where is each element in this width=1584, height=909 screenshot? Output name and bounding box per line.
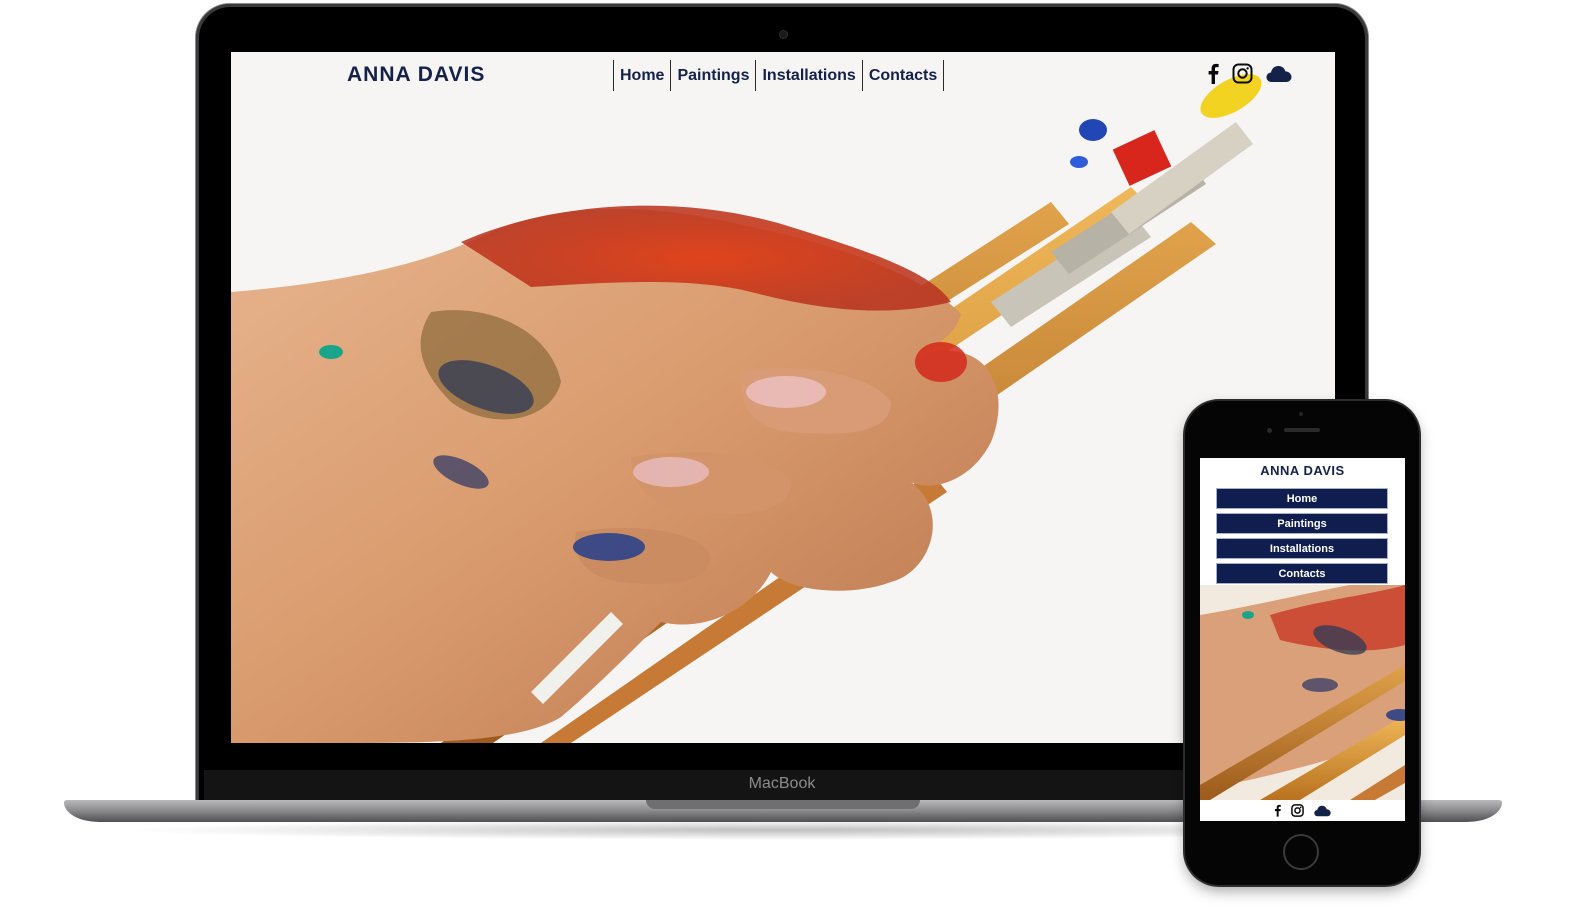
phone-home-button[interactable] — [1283, 834, 1319, 870]
main-nav: Home Paintings Installations Contacts — [613, 60, 945, 91]
social-links — [1207, 63, 1292, 84]
laptop-notch — [646, 800, 920, 809]
site-header: ANNA DAVIS Home Paintings Installations … — [231, 52, 1335, 100]
nav-contacts[interactable]: Contacts — [861, 60, 945, 91]
mobile-nav-contacts[interactable]: Contacts — [1216, 563, 1388, 584]
mobile-nav-installations[interactable]: Installations — [1216, 538, 1388, 559]
cloud-icon[interactable] — [1314, 805, 1331, 817]
phone-sensor — [1299, 412, 1303, 416]
device-label: MacBook — [748, 775, 816, 792]
mobile-social-links — [1200, 800, 1405, 821]
mobile-menu: Home Paintings Installations Contacts — [1216, 488, 1388, 588]
facebook-icon[interactable] — [1207, 63, 1219, 84]
mobile-nav-home[interactable]: Home — [1216, 488, 1388, 509]
facebook-icon[interactable] — [1274, 804, 1281, 817]
instagram-icon[interactable] — [1291, 804, 1304, 817]
instagram-icon[interactable] — [1232, 63, 1253, 84]
cloud-icon[interactable] — [1266, 65, 1292, 83]
nav-home[interactable]: Home — [613, 60, 670, 91]
desktop-website: ANNA DAVIS Home Paintings Installations … — [231, 52, 1335, 743]
site-logo[interactable]: ANNA DAVIS — [347, 63, 485, 87]
laptop-camera — [780, 31, 787, 38]
nav-paintings[interactable]: Paintings — [670, 60, 755, 91]
hero-image — [231, 52, 1335, 743]
mobile-website: ANNA DAVIS Home Paintings Installations … — [1200, 458, 1405, 821]
phone-speaker — [1284, 428, 1320, 432]
mobile-hero-image — [1200, 585, 1405, 800]
mobile-nav-paintings[interactable]: Paintings — [1216, 513, 1388, 534]
phone-camera — [1267, 428, 1272, 433]
mobile-site-logo[interactable]: ANNA DAVIS — [1200, 463, 1405, 478]
nav-installations[interactable]: Installations — [755, 60, 861, 91]
